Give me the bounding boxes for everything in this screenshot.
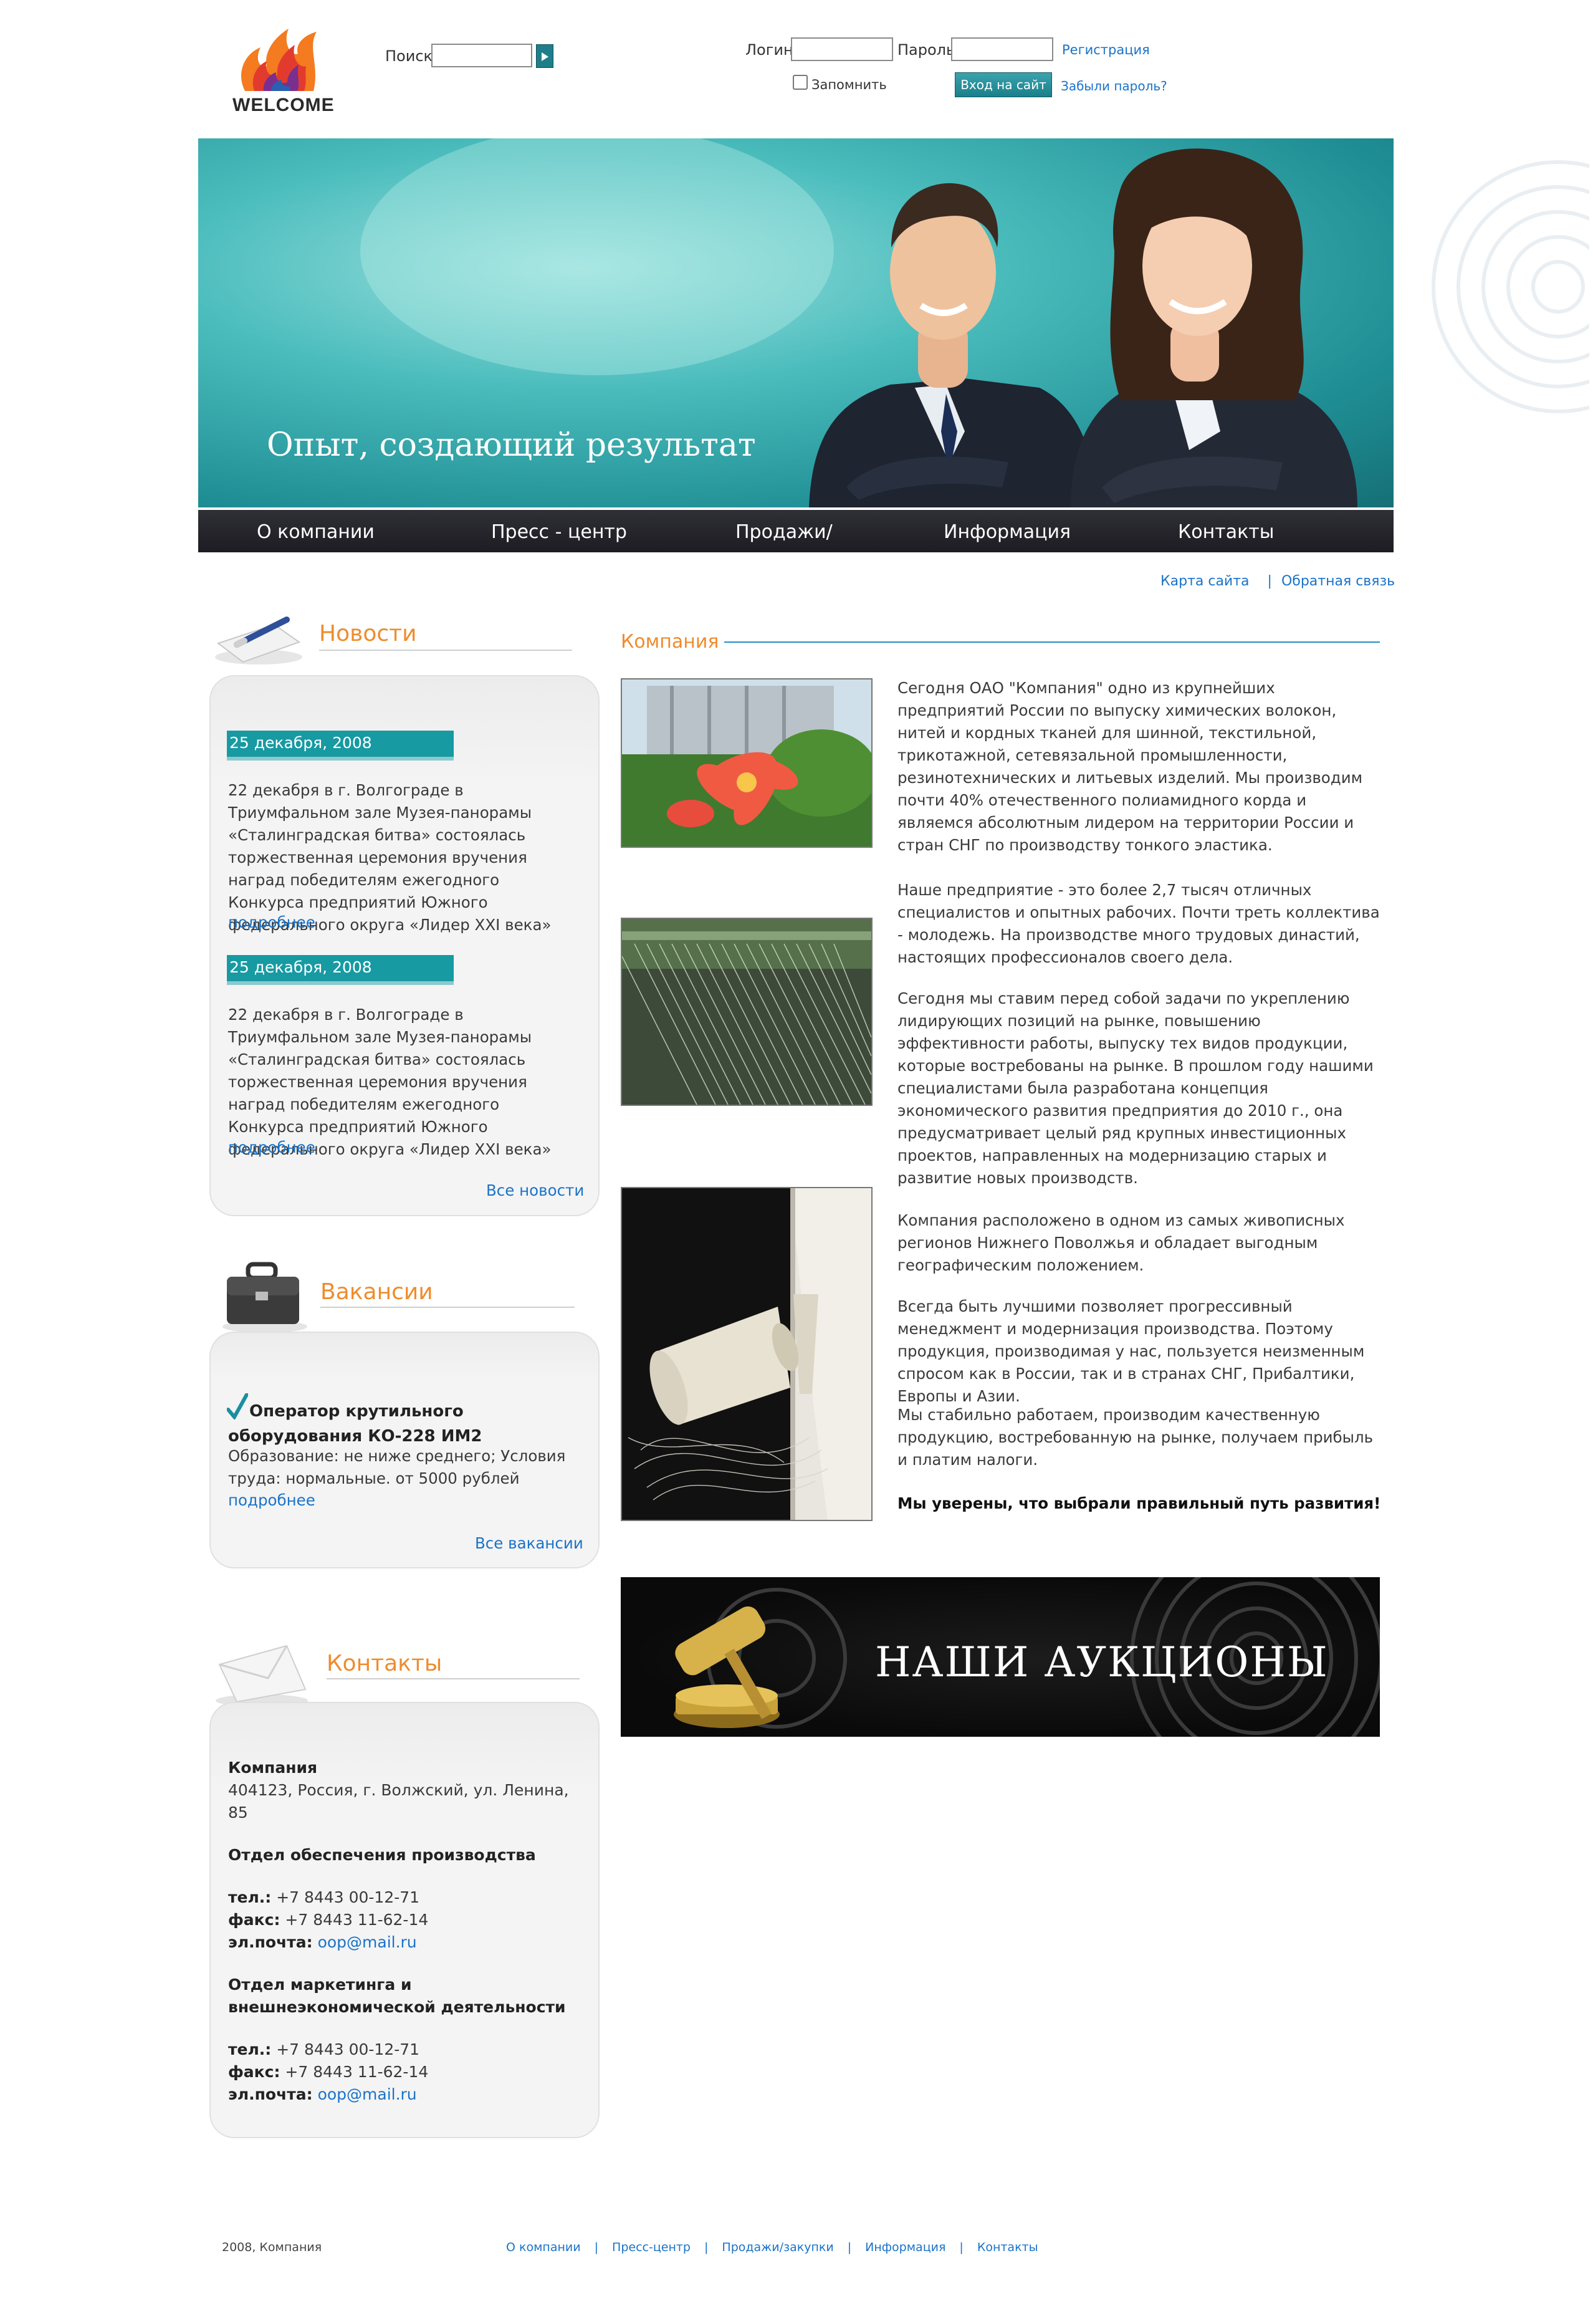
email-link[interactable]: oop@mail.ru: [318, 1933, 417, 1951]
news-date: 25 декабря, 2008: [227, 731, 454, 761]
decorative-rings-icon: [1432, 160, 1589, 413]
company-paragraph: Всегда быть лучшими позволяет прогрессив…: [897, 1297, 1365, 1405]
vacancy-more-link[interactable]: подробнее: [228, 1491, 315, 1509]
nav-item-about[interactable]: О компании: [257, 521, 375, 543]
news-title-underline: [319, 650, 572, 651]
contacts-address: 404123, Россия, г. Волжский, ул. Ленина,…: [228, 1781, 569, 1822]
dept-production-fax: факс: +7 8443 11-62-14: [228, 1911, 429, 1929]
contacts-title: Контакты: [327, 1651, 442, 1676]
news-more-link[interactable]: подробнее: [228, 913, 315, 931]
footer-separator: |: [847, 2240, 852, 2254]
photo-flower-factory: [621, 678, 873, 848]
envelope-icon: [216, 1645, 308, 1707]
dept-marketing-name: Отдел маркетинга и внешнеэкономической д…: [228, 1976, 566, 2016]
remember-checkbox[interactable]: [793, 75, 808, 90]
register-link[interactable]: Регистрация: [1062, 42, 1150, 57]
company-closing: Мы уверены, что выбрали правильный путь …: [897, 1494, 1381, 1512]
dept-marketing-phone: тел.: +7 8443 00-12-71: [228, 2040, 420, 2058]
footer-link-about[interactable]: О компании: [506, 2240, 581, 2254]
dept-production-email: эл.почта: oop@mail.ru: [228, 1933, 417, 1951]
login-label: Логин: [745, 41, 793, 59]
section-title-line: [724, 641, 1380, 643]
sitemap-link[interactable]: Карта сайта: [1160, 574, 1250, 589]
search-label: Поиск: [385, 47, 433, 65]
dept-marketing-fax: факс: +7 8443 11-62-14: [228, 2063, 429, 2081]
photo-thread-production: [621, 918, 873, 1106]
email-link[interactable]: oop@mail.ru: [318, 2085, 417, 2103]
footer-link-info[interactable]: Информация: [865, 2240, 945, 2254]
news-pen-paper-icon: [215, 617, 302, 665]
all-vacancies-link[interactable]: Все вакансии: [475, 1534, 583, 1552]
vacancy-title: Оператор крутильного оборудования КО-228…: [228, 1402, 482, 1446]
company-paragraph: Сегодня мы ставим перед собой задачи по …: [897, 989, 1374, 1187]
footer-separator: |: [594, 2240, 599, 2254]
nav-item-sales[interactable]: Продажи/: [735, 521, 833, 543]
contacts-content: Компания 404123, Россия, г. Волжский, ул…: [228, 1757, 590, 2106]
login-input[interactable]: [791, 37, 893, 61]
photo-thread-spools: [621, 1187, 873, 1521]
nav-item-contacts[interactable]: Контакты: [1178, 521, 1274, 543]
search-input[interactable]: [431, 44, 532, 67]
news-date: 25 декабря, 2008: [227, 955, 454, 985]
feedback-link[interactable]: Обратная связь: [1281, 574, 1395, 589]
footer-nav: О компании | Пресс-центр | Продажи/закупки | И…: [506, 2240, 1038, 2254]
auction-banner-text: НАШИ АУКЦИОНЫ: [875, 1638, 1329, 1686]
auction-banner[interactable]: НАШИ АУКЦИОНЫ: [621, 1577, 1380, 1737]
dept-production-name: Отдел обеспечения производства: [228, 1846, 536, 1864]
spools-photo-illustration: [622, 1188, 871, 1520]
nav-item-press[interactable]: Пресс - центр: [491, 521, 627, 543]
utility-links: Карта сайта | Обратная связь: [1160, 574, 1395, 589]
nav-item-info[interactable]: Информация: [944, 521, 1071, 543]
briefcase-icon: [222, 1262, 307, 1333]
company-paragraph: Наше предприятие - это более 2,7 тысяч о…: [897, 881, 1380, 966]
logo-flame-icon: [241, 29, 317, 91]
password-label: Пароль: [897, 41, 955, 59]
all-news-link[interactable]: Все новости: [486, 1181, 584, 1199]
vacancies-title: Вакансии: [320, 1279, 433, 1305]
dept-production-phone: тел.: +7 8443 00-12-71: [228, 1888, 420, 1906]
flower-photo-illustration: [622, 679, 871, 847]
footer-link-contacts[interactable]: Контакты: [977, 2240, 1038, 2254]
vacancy-details: Образование: не ниже среднего; Условия т…: [228, 1447, 566, 1487]
news-text: 22 декабря в г. Волгограде в Триумфально…: [228, 1006, 552, 1158]
search-submit-arrow-icon[interactable]: [536, 44, 553, 68]
contacts-title-underline: [327, 1678, 580, 1679]
remember-label: Запомнить: [811, 77, 887, 92]
news-title: Новости: [319, 621, 417, 646]
vacancies-title-underline: [320, 1307, 575, 1308]
dept-marketing-email: эл.почта: oop@mail.ru: [228, 2085, 417, 2103]
contacts-company-name: Компания: [228, 1759, 318, 1777]
footer-separator: |: [704, 2240, 709, 2254]
footer-link-sales[interactable]: Продажи/закупки: [722, 2240, 833, 2254]
company-paragraph: Мы стабильно работаем, производим качест…: [897, 1406, 1374, 1469]
footer-copyright: 2008, Компания: [222, 2240, 322, 2254]
footer-separator: |: [959, 2240, 964, 2254]
password-input[interactable]: [951, 37, 1053, 61]
utility-separator: |: [1267, 574, 1272, 589]
news-more-link[interactable]: подробнее: [228, 1138, 315, 1156]
company-paragraph: Сегодня ОАО "Компания" одно из крупнейши…: [897, 679, 1363, 854]
footer-link-press[interactable]: Пресс-центр: [612, 2240, 691, 2254]
login-button[interactable]: Вход на сайт: [955, 72, 1052, 97]
forgot-password-link[interactable]: Забыли пароль?: [1061, 79, 1167, 94]
hero-slogan: Опыт, создающий результат: [267, 426, 756, 464]
section-title: Компания: [621, 631, 719, 653]
company-logo[interactable]: WELCOME: [232, 22, 335, 119]
logo-text: WELCOME: [232, 95, 335, 115]
threads-photo-illustration: [622, 919, 871, 1105]
company-paragraph: Компания расположено в одном из самых жи…: [897, 1211, 1345, 1274]
